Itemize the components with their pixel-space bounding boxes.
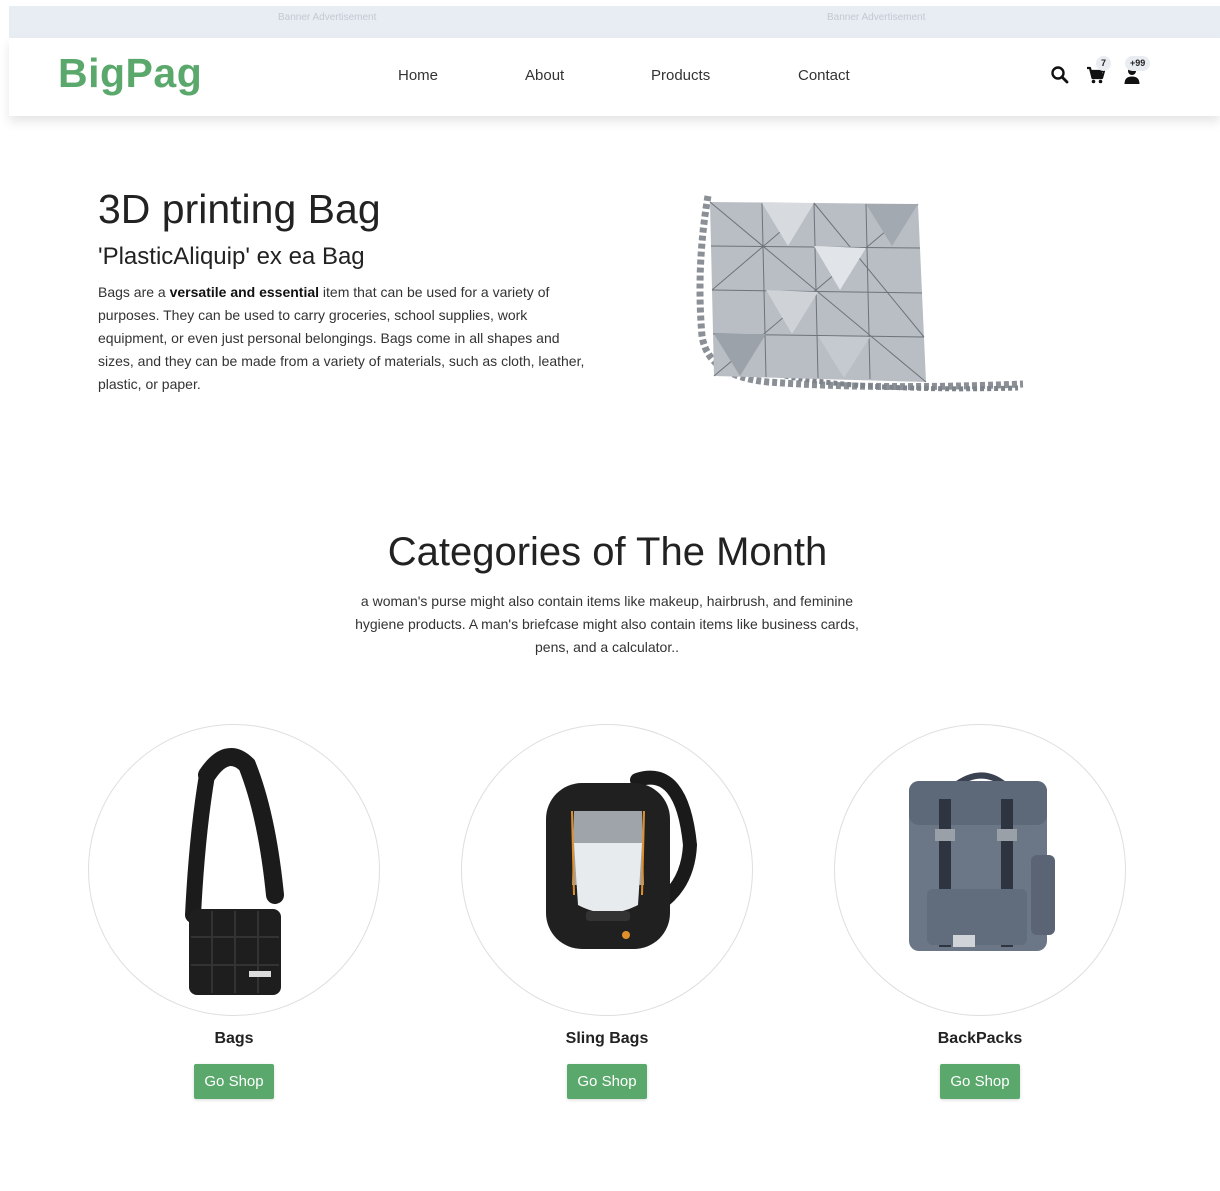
category-image-backpacks[interactable] <box>834 724 1126 1016</box>
category-image-sling-bags[interactable] <box>461 724 753 1016</box>
search-icon[interactable] <box>1049 64 1071 86</box>
nav-about[interactable]: About <box>525 67 564 84</box>
categories-description: a woman's purse might also contain items… <box>355 593 859 655</box>
hero-subtitle: 'PlasticAliquip' ex ea Bag <box>98 243 365 270</box>
hero-desc-bold: versatile and essential <box>169 284 320 300</box>
category-card-bags: Bags Go Shop <box>88 724 380 1099</box>
hero-bag-image <box>678 186 1028 398</box>
go-shop-backpacks-button[interactable]: Go Shop <box>940 1064 1020 1099</box>
user-count-badge: +99 <box>1125 56 1151 71</box>
banner-advertisement[interactable]: Banner Advertisement Banner Advertisemen… <box>9 6 1220 38</box>
category-image-bags[interactable] <box>88 724 380 1016</box>
hero-desc-before: Bags are a <box>98 284 170 300</box>
nav-products[interactable]: Products <box>651 67 710 84</box>
banner-text-left: Banner Advertisement <box>278 12 377 23</box>
category-name-backpacks: BackPacks <box>937 1030 1023 1047</box>
banner-text-right: Banner Advertisement <box>827 12 926 23</box>
nav-contact[interactable]: Contact <box>798 67 850 84</box>
hero-description: Bags are a versatile and essential item … <box>98 281 598 396</box>
hero-title: 3D printing Bag <box>98 186 381 232</box>
category-name-bags: Bags <box>214 1030 254 1047</box>
logo[interactable]: BigPag <box>58 50 202 97</box>
go-shop-bags-button[interactable]: Go Shop <box>194 1064 274 1099</box>
go-shop-sling-bags-button[interactable]: Go Shop <box>567 1064 647 1099</box>
nav-home[interactable]: Home <box>398 67 438 84</box>
cart-count-badge: 7 <box>1096 56 1112 71</box>
category-card-sling-bags: Sling Bags Go Shop <box>461 724 753 1099</box>
category-name-sling-bags: Sling Bags <box>565 1030 649 1047</box>
categories-title: Categories of The Month <box>387 530 828 574</box>
category-card-backpacks: BackPacks Go Shop <box>834 724 1126 1099</box>
site-header: BigPag Home About Products Contact 7 +99 <box>9 38 1220 116</box>
hero-desc-after: item that can be used for a variety of p… <box>98 284 585 392</box>
